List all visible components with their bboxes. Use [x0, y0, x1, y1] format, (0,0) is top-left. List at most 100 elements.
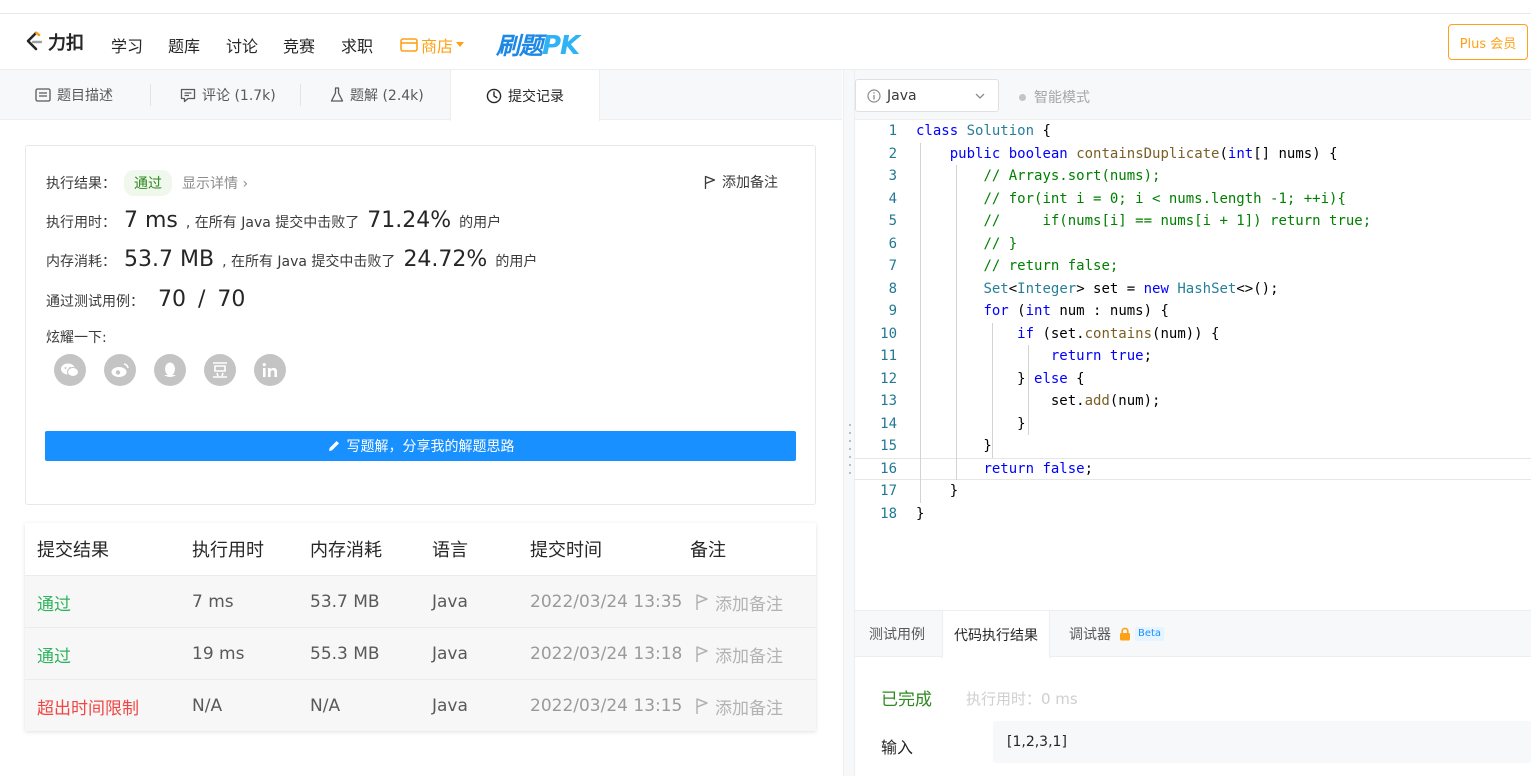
nav-discuss[interactable]: 讨论	[226, 33, 258, 57]
language-select[interactable]: Java	[855, 79, 999, 112]
code-text: // for(int i = 0; i < nums.length -1; ++…	[983, 190, 1346, 207]
code-line[interactable]: 2 public boolean containsDuplicate(int[]…	[855, 143, 1531, 166]
header-runtime: 执行用时	[192, 540, 264, 561]
tab-run-result[interactable]: 代码执行结果	[942, 611, 1050, 658]
logo[interactable]: 力扣	[24, 30, 84, 54]
pk-banner[interactable]: 刷题PK	[496, 26, 580, 61]
code-text: }	[916, 483, 959, 500]
qq-icon[interactable]	[154, 354, 186, 386]
tab-description-label: 题目描述	[57, 88, 113, 104]
memory-beat-text: , 在所有 Java 提交中击败了	[222, 254, 396, 270]
wechat-icon[interactable]	[54, 354, 86, 386]
nav-problems[interactable]: 题库	[168, 33, 200, 57]
runtime-users-text: 的用户	[459, 215, 502, 231]
indent-guide	[956, 165, 957, 480]
flag-icon	[696, 594, 708, 610]
line-number: 13	[880, 393, 897, 410]
line-number: 15	[880, 438, 897, 455]
row-status[interactable]: 通过	[37, 576, 71, 628]
row-language: Java	[432, 592, 468, 612]
code-text: for (int num : nums) {	[983, 303, 1169, 320]
row-language: Java	[432, 696, 468, 716]
tab-submissions-label: 提交记录	[508, 88, 564, 105]
memory-percent: 24.72%	[403, 247, 488, 272]
tab-debugger[interactable]: 调试器 Beta	[1069, 611, 1165, 657]
input-value: [1,2,3,1]	[993, 721, 1531, 763]
line-number: 6	[888, 235, 897, 252]
write-solution-button[interactable]: 写题解，分享我的解题思路	[45, 431, 796, 461]
add-note-button[interactable]: 添加备注	[704, 172, 778, 192]
status-label: 执行结果：	[46, 176, 116, 192]
indent-guide	[1028, 390, 1029, 435]
pk-text: 刷题	[496, 32, 543, 60]
browser-bookmark-strip	[0, 0, 1531, 14]
douban-icon[interactable]	[204, 354, 236, 386]
tab-description[interactable]: 题目描述	[35, 70, 113, 120]
code-line[interactable]: 18}	[855, 503, 1531, 526]
line-number: 14	[880, 415, 897, 432]
tab-testcase[interactable]: 测试用例	[869, 611, 925, 657]
plus-member-button[interactable]: Plus 会员	[1448, 24, 1528, 60]
nav-study[interactable]: 学习	[111, 33, 143, 57]
nav-jobs[interactable]: 求职	[341, 33, 373, 57]
editor-toolbar: Java 智能模式	[855, 70, 1531, 120]
testcases-label: 通过测试用例：	[46, 294, 144, 310]
table-row[interactable]: 超出时间限制 N/A N/A Java 2022/03/24 13:15 添加备…	[25, 679, 816, 731]
row-status[interactable]: 超出时间限制	[37, 680, 139, 732]
nav-contest[interactable]: 竞赛	[283, 33, 315, 57]
tab-debugger-label: 调试器	[1069, 627, 1111, 643]
status-badge: 通过	[124, 170, 172, 196]
tab-solutions[interactable]: 题解 (2.4k)	[330, 70, 424, 120]
code-editor[interactable]: 1 class Solution {2 public boolean contai…	[855, 120, 1531, 610]
code-text: // Arrays.sort(nums);	[983, 168, 1161, 185]
code-text: // return false;	[983, 258, 1119, 275]
code-line[interactable]: 17 }	[855, 480, 1531, 503]
tab-comments[interactable]: 评论 (1.7k)	[180, 70, 276, 120]
code-text: // if(nums[i] == nums[i + 1]) return tru…	[983, 213, 1372, 230]
row-add-note-label: 添加备注	[715, 594, 783, 615]
weibo-icon[interactable]	[104, 354, 136, 386]
caret-down-icon	[456, 42, 465, 47]
line-number: 17	[880, 483, 897, 500]
table-row[interactable]: 通过 19 ms 55.3 MB Java 2022/03/24 13:18 添…	[25, 627, 816, 679]
tab-comments-label: 评论 (1.7k)	[202, 88, 276, 104]
header-language: 语言	[432, 540, 468, 561]
runtime-percent: 71.24%	[367, 208, 452, 233]
code-text: Set<Integer> set = new HashSet<>();	[983, 280, 1279, 297]
row-add-note[interactable]: 添加备注	[695, 576, 783, 628]
result-card: 执行结果： 通过 显示详情 › 添加备注 执行用时： 7 ms , 在所有 Ja…	[25, 145, 816, 505]
row-add-note-label: 添加备注	[715, 698, 783, 719]
linkedin-icon[interactable]	[254, 354, 286, 386]
memory-users-text: 的用户	[495, 254, 538, 270]
line-number: 9	[888, 303, 897, 320]
testcases-passed: 70	[158, 287, 186, 312]
row-add-note[interactable]: 添加备注	[695, 628, 783, 680]
comment-icon	[180, 88, 196, 102]
add-note-label: 添加备注	[722, 175, 778, 191]
row-runtime: N/A	[192, 696, 223, 716]
nav-shop[interactable]: 商店	[400, 33, 465, 57]
table-row[interactable]: 通过 7 ms 53.7 MB Java 2022/03/24 13:35 添加…	[25, 575, 816, 627]
code-text: } else {	[916, 370, 1085, 387]
panel-resize-handle[interactable]	[843, 70, 855, 776]
show-details-link[interactable]: 显示详情 ›	[182, 173, 248, 193]
runtime-label: 执行用时：	[46, 215, 116, 231]
pencil-icon	[328, 441, 339, 451]
code-text: }	[916, 415, 1026, 432]
info-icon	[867, 88, 881, 103]
header-status: 提交结果	[37, 540, 109, 561]
testcases-row: 通过测试用例： 70 / 70	[46, 287, 253, 312]
left-panel: 题目描述 评论 (1.7k) 题解 (2.4k) 提交记录 执行结果： 通过 显…	[0, 70, 842, 776]
code-line[interactable]: 1 class Solution {	[855, 120, 1531, 143]
smart-mode-toggle[interactable]: 智能模式	[1019, 87, 1090, 107]
runtime-beat-text: , 在所有 Java 提交中击败了	[185, 215, 360, 231]
tab-submissions[interactable]: 提交记录	[450, 70, 600, 121]
status-dot-icon	[1019, 93, 1026, 101]
row-status[interactable]: 通过	[37, 628, 71, 680]
line-number: 2	[888, 145, 897, 162]
indent-guide	[1028, 345, 1029, 390]
row-add-note[interactable]: 添加备注	[695, 680, 783, 732]
smart-mode-label: 智能模式	[1034, 90, 1090, 106]
chevron-down-icon	[975, 93, 985, 99]
row-add-note-label: 添加备注	[715, 646, 783, 667]
